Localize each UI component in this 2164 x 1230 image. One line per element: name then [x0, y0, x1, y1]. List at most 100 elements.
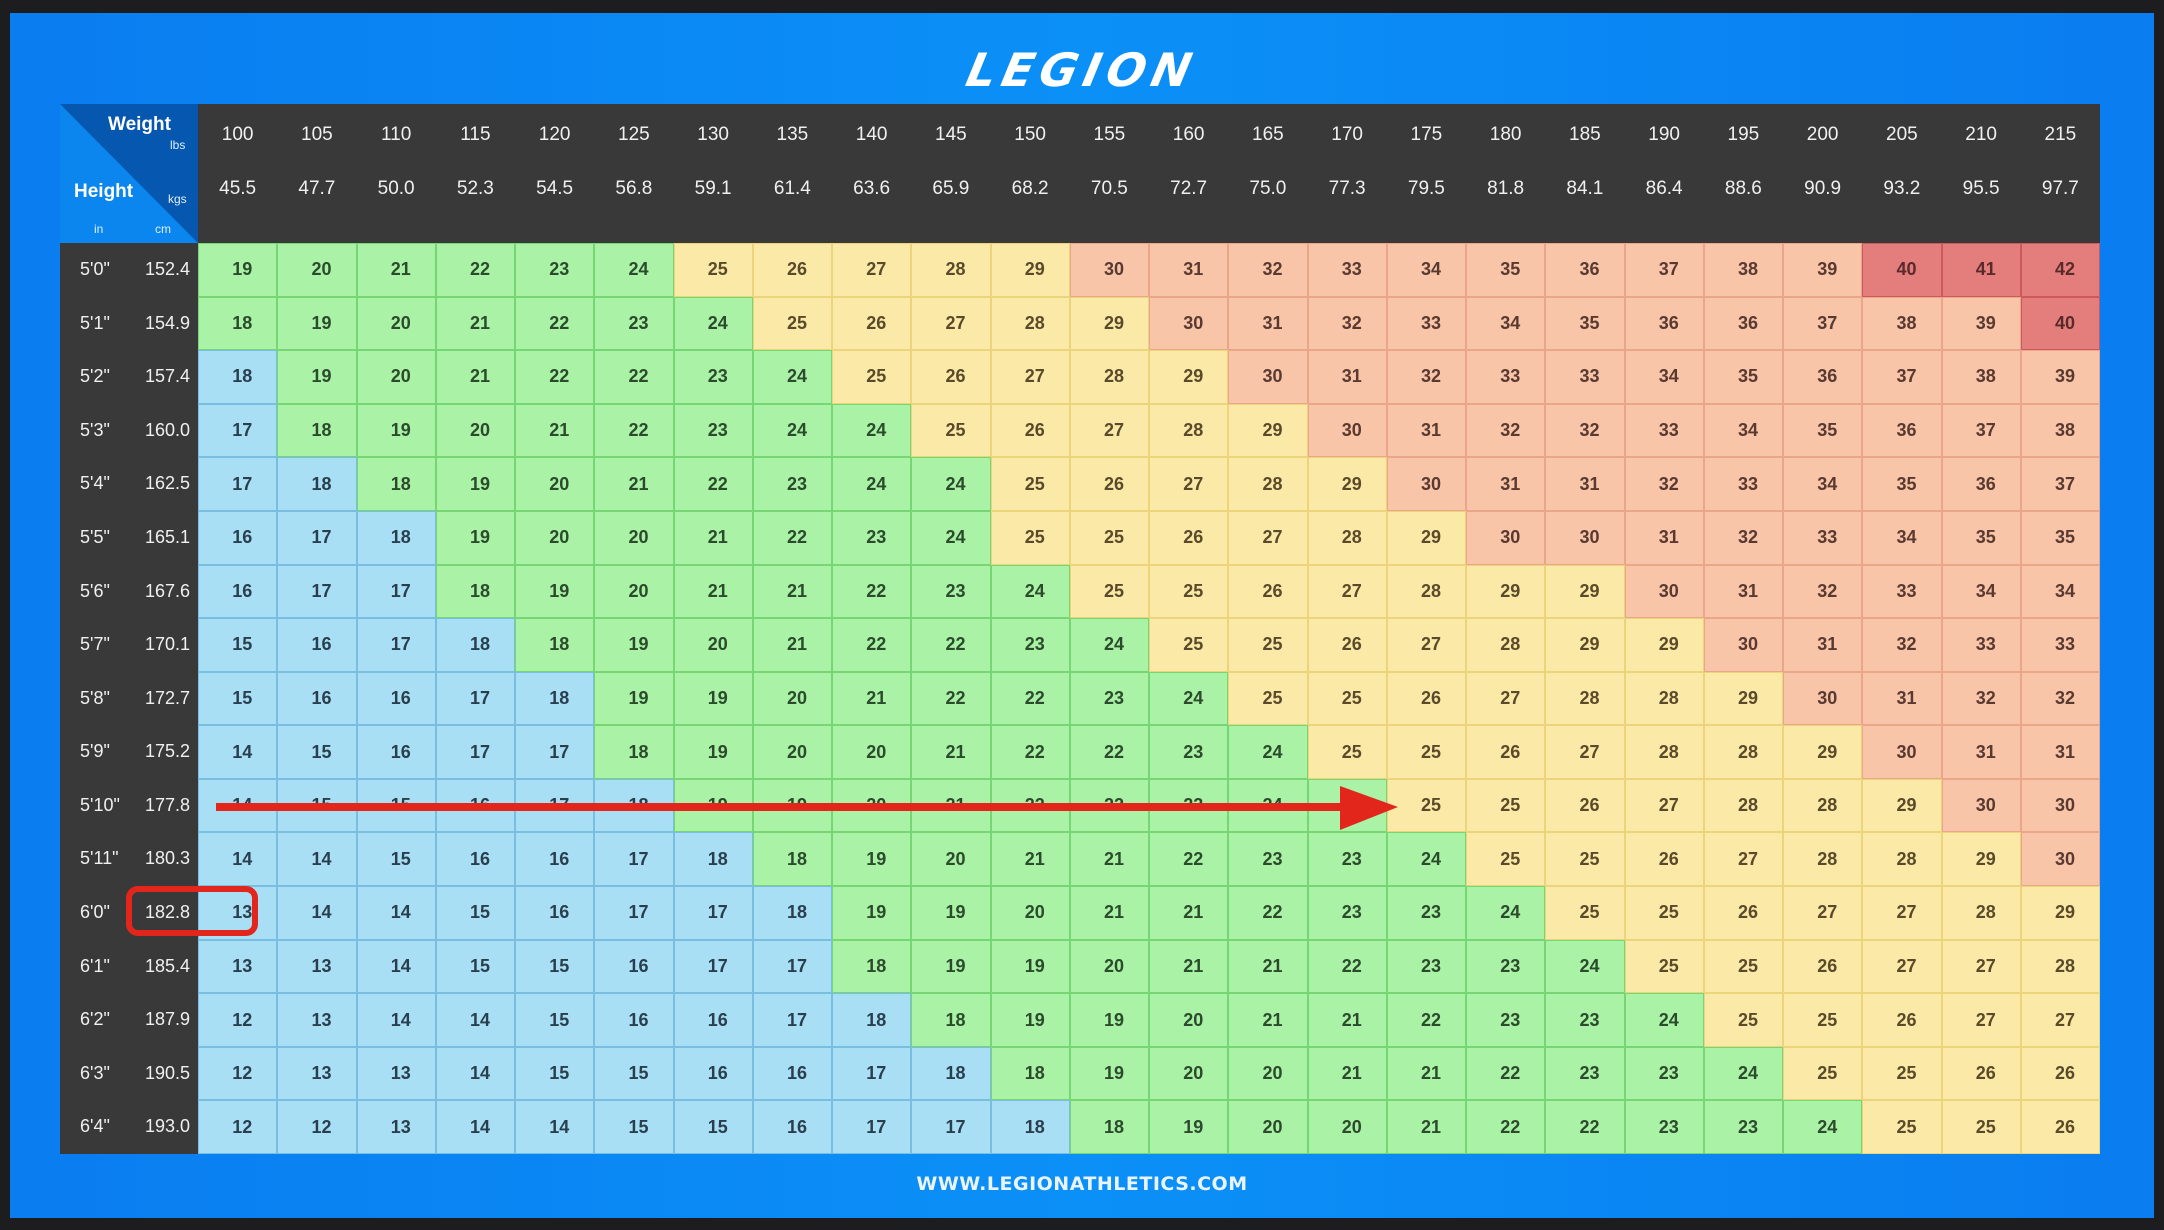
bmi-cell: 17: [832, 1046, 912, 1101]
bmi-cell: 29: [1386, 510, 1466, 565]
bmi-cell: 16: [198, 564, 278, 619]
bmi-cell: 34: [1941, 564, 2021, 619]
bmi-cell: 36: [1862, 403, 1942, 458]
bmi-cell: 35: [1703, 350, 1783, 404]
bmi-cell: 26: [1545, 778, 1625, 833]
bmi-cell: 16: [277, 618, 357, 672]
bmi-cell: 28: [1941, 886, 2021, 940]
weight-lbs-header: 190: [1648, 124, 1680, 145]
bmi-cell: 15: [435, 939, 515, 994]
bmi-cell: 20: [594, 510, 674, 565]
bmi-cell: 26: [832, 296, 912, 351]
height-cm-label: 190.5: [145, 1062, 191, 1083]
bmi-cell: 14: [435, 993, 515, 1047]
bmi-cell: 18: [911, 1046, 991, 1101]
bmi-cell: 25: [1703, 939, 1783, 994]
bmi-cell: 20: [594, 564, 674, 619]
bmi-cell: 12: [198, 1046, 278, 1101]
height-in-label: 5'6": [80, 580, 110, 601]
weight-kgs-header: 70.5: [1090, 178, 1128, 199]
bmi-cell: 23: [515, 243, 595, 297]
bmi-cell: 30: [1228, 350, 1308, 404]
bmi-cell: 20: [277, 243, 357, 297]
bmi-cell: 25: [1783, 1046, 1863, 1101]
bmi-cell: 37: [1783, 296, 1863, 351]
weight-kgs-header: 45.5: [219, 178, 257, 199]
bmi-cell: 17: [198, 457, 278, 511]
bmi-cell: 26: [1703, 886, 1783, 940]
bmi-cell: 14: [356, 939, 436, 994]
bmi-cell: 21: [673, 564, 753, 619]
bmi-cell: 20: [1228, 1100, 1308, 1154]
weight-lbs-header: 125: [618, 124, 650, 145]
bmi-cell: 20: [1149, 1046, 1229, 1101]
height-cm-label: 167.6: [145, 580, 191, 601]
bmi-cell: 33: [1386, 296, 1466, 351]
bmi-cell: 29: [2020, 886, 2100, 940]
bmi-cell: 16: [673, 1046, 753, 1101]
bmi-cell: 22: [911, 671, 991, 726]
bmi-cell: 21: [752, 618, 832, 672]
bmi-cell: 27: [1545, 725, 1625, 779]
height-in-label: 6'4": [80, 1116, 110, 1137]
bmi-cell: 24: [832, 403, 912, 458]
bmi-cell: 27: [990, 350, 1070, 404]
bmi-cell: 21: [1069, 886, 1149, 940]
bmi-cell: 29: [1307, 457, 1387, 511]
bmi-cell: 13: [277, 939, 357, 994]
bmi-cell: 34: [1783, 457, 1863, 511]
bmi-cell: 23: [1386, 939, 1466, 994]
bmi-cell: 25: [1069, 510, 1149, 565]
height-in-label: 5'8": [80, 687, 110, 708]
bmi-cell: 26: [1069, 457, 1149, 511]
bmi-cell: 18: [198, 350, 278, 404]
bmi-cell: 14: [277, 832, 357, 887]
bmi-cell: 15: [198, 671, 278, 726]
bmi-cell: 16: [515, 886, 595, 940]
bmi-cell: 20: [356, 350, 436, 404]
bmi-cell: 18: [277, 457, 357, 511]
bmi-cell: 14: [198, 725, 278, 779]
bmi-cell: 22: [1149, 832, 1229, 887]
bmi-cell: 24: [1783, 1100, 1863, 1154]
bmi-cell: 26: [1386, 671, 1466, 726]
corner-header: Weight lbs Height kgs in cm: [60, 104, 198, 243]
bmi-cell: 29: [1862, 778, 1942, 833]
bmi-cell: 22: [752, 510, 832, 565]
bmi-cell: 29: [1545, 618, 1625, 672]
bmi-cell: 19: [277, 350, 357, 404]
weight-lbs-header: 170: [1331, 124, 1363, 145]
bmi-cell: 21: [1228, 993, 1308, 1047]
bmi-cell: 24: [1228, 778, 1308, 833]
bmi-cell: 21: [1307, 993, 1387, 1047]
bmi-cell: 21: [594, 457, 674, 511]
bmi-cell: 24: [1703, 1046, 1783, 1101]
bmi-cell: 12: [277, 1100, 357, 1154]
weight-kgs-header: 59.1: [694, 178, 732, 199]
bmi-cell: 21: [1386, 1046, 1466, 1101]
bmi-cell: 17: [752, 939, 832, 994]
bmi-cell: 17: [356, 564, 436, 619]
bmi-cell: 23: [1466, 939, 1546, 994]
bmi-cell: 36: [1783, 350, 1863, 404]
bmi-cell: 15: [277, 778, 357, 833]
height-cm-label: 185.4: [145, 955, 191, 976]
bmi-cell: 13: [356, 1046, 436, 1101]
bmi-cell: 25: [1545, 832, 1625, 887]
bmi-cell: 30: [1783, 671, 1863, 726]
weight-kgs-header: 81.8: [1487, 178, 1525, 199]
bmi-cell: 32: [1703, 510, 1783, 565]
bmi-cell: 24: [911, 510, 991, 565]
bmi-cell: 33: [1307, 243, 1387, 297]
bmi-cell: 28: [1228, 457, 1308, 511]
height-cm-label: 154.9: [145, 312, 191, 333]
bmi-cell: 26: [1783, 939, 1863, 994]
weight-lbs-header: 110: [380, 124, 412, 145]
bmi-cell: 19: [673, 778, 753, 833]
bmi-cell: 22: [990, 778, 1070, 833]
weight-lbs-header: 205: [1886, 124, 1918, 145]
bmi-cell: 22: [594, 350, 674, 404]
bmi-cell: 23: [1307, 832, 1387, 887]
bmi-cell: 20: [515, 510, 595, 565]
bmi-cell: 25: [990, 457, 1070, 511]
